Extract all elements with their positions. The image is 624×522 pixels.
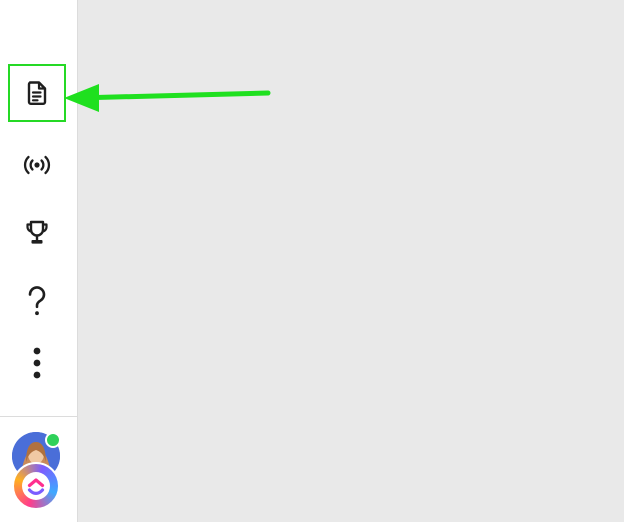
sidebar-divider xyxy=(0,416,78,417)
sidebar-item-docs[interactable] xyxy=(8,64,66,122)
sidebar-item-goals[interactable] xyxy=(8,204,66,262)
help-icon xyxy=(26,285,48,317)
document-icon xyxy=(25,80,49,106)
sidebar-item-help[interactable] xyxy=(8,272,66,330)
sidebar-item-more[interactable] xyxy=(8,334,66,392)
sidebar xyxy=(0,0,78,522)
sidebar-item-live[interactable] xyxy=(8,136,66,194)
online-status-indicator xyxy=(45,432,61,448)
more-vertical-icon xyxy=(32,347,42,379)
broadcast-icon xyxy=(23,154,51,176)
app-window xyxy=(0,0,624,522)
main-content-area xyxy=(78,0,624,522)
workspace-logo[interactable] xyxy=(12,462,60,510)
trophy-icon xyxy=(23,219,51,247)
